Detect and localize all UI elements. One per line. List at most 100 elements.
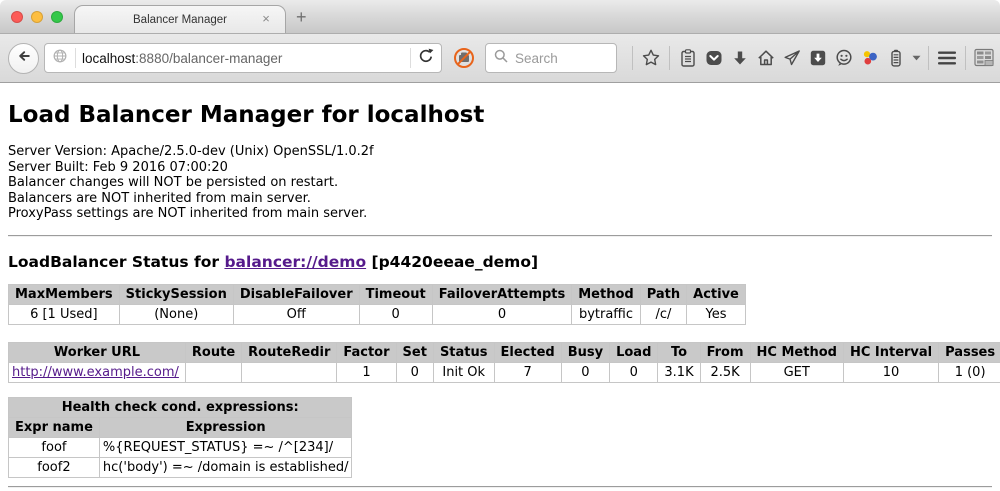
table-cell: bytraffic	[572, 304, 640, 324]
toolbar-divider	[928, 46, 929, 70]
table-cell: %{REQUEST_STATUS} =~ /^[234]/	[99, 437, 352, 457]
tab-close-icon[interactable]: ×	[259, 12, 273, 26]
column-header: To	[658, 342, 700, 362]
table-cell: GET	[750, 362, 843, 382]
table-cell: hc('body') =~ /domain is established/	[99, 457, 352, 477]
menu-hamburger-icon[interactable]	[934, 44, 960, 72]
tab-bar: Balancer Manager × +	[0, 0, 1000, 33]
worker-url-link[interactable]: http://www.example.com/	[12, 365, 179, 380]
persist-note-line: Balancer changes will NOT be persisted o…	[8, 175, 992, 191]
balancer-status-table: MaxMembers StickySession DisableFailover…	[8, 284, 746, 325]
column-header: Timeout	[359, 284, 432, 304]
column-header: Factor	[337, 342, 396, 362]
table-cell: 1	[337, 362, 396, 382]
url-input[interactable]: localhost:8880/balancer-manager	[82, 51, 404, 66]
table-title-row: Health check cond. expressions:	[9, 397, 352, 417]
column-header: Method	[572, 284, 640, 304]
heading-prefix: LoadBalancer Status for	[8, 253, 219, 271]
table-header-row: MaxMembers StickySession DisableFailover…	[9, 284, 746, 304]
pocket-icon[interactable]	[701, 44, 727, 72]
table-cell: 6 [1 Used]	[9, 304, 120, 324]
balancer-demo-link[interactable]: balancer://demo	[224, 253, 366, 271]
search-icon	[493, 48, 509, 69]
table-cell: 7	[494, 362, 561, 382]
feedback-smiley-icon[interactable]	[831, 44, 857, 72]
urlbar-divider	[75, 48, 76, 68]
table-row: foof2 hc('body') =~ /domain is establish…	[9, 457, 352, 477]
tab-groups-icon[interactable]	[971, 44, 997, 72]
reading-list-icon[interactable]	[675, 44, 701, 72]
reload-icon[interactable]	[417, 47, 435, 70]
share-dots-icon[interactable]	[857, 44, 883, 72]
table-cell: Yes	[687, 304, 746, 324]
column-header: From	[700, 342, 750, 362]
home-icon[interactable]	[753, 44, 779, 72]
page-bottom-separator	[8, 486, 992, 488]
table-row: foof %{REQUEST_STATUS} =~ /^[234]/	[9, 437, 352, 457]
server-built-line: Server Built: Feb 9 2016 07:00:20	[8, 160, 992, 176]
table-cell: foof2	[9, 457, 100, 477]
column-header: Status	[433, 342, 494, 362]
column-header: StickySession	[119, 284, 233, 304]
column-header: Route	[185, 342, 241, 362]
table-cell: 0	[396, 362, 433, 382]
tab-balancer-manager[interactable]: Balancer Manager ×	[74, 5, 286, 33]
downloads-icon[interactable]	[727, 44, 753, 72]
back-button[interactable]	[8, 43, 39, 74]
zoom-window-button[interactable]	[51, 11, 63, 23]
toolbar-divider	[669, 46, 670, 70]
plugin-blocked-icon[interactable]	[452, 46, 476, 70]
search-input[interactable]: Search	[515, 51, 558, 66]
tab-title: Balancer Manager	[133, 14, 227, 26]
column-header: Expression	[99, 417, 352, 437]
close-window-button[interactable]	[11, 11, 23, 23]
save-to-device-icon[interactable]	[805, 44, 831, 72]
column-header: MaxMembers	[9, 284, 120, 304]
battery-status-icon[interactable]	[883, 44, 909, 72]
page-title: Load Balancer Manager for localhost	[8, 102, 992, 128]
column-header: Busy	[561, 342, 609, 362]
health-table-title: Health check cond. expressions:	[9, 397, 352, 417]
new-tab-button[interactable]: +	[296, 8, 307, 26]
table-cell: 0	[359, 304, 432, 324]
overflow-caret-icon[interactable]	[909, 44, 923, 72]
minimize-window-button[interactable]	[31, 11, 43, 23]
table-header-row: Worker URL Route RouteRedir Factor Set S…	[9, 342, 1000, 362]
table-cell: Off	[233, 304, 359, 324]
column-header: HC Interval	[843, 342, 938, 362]
table-cell: (None)	[119, 304, 233, 324]
table-cell	[185, 362, 241, 382]
table-cell	[242, 362, 337, 382]
section-separator	[8, 235, 992, 237]
table-cell: 0	[610, 362, 658, 382]
table-cell: foof	[9, 437, 100, 457]
url-domain: localhost	[82, 51, 135, 66]
column-header: Active	[687, 284, 746, 304]
toolbar-divider	[632, 46, 633, 70]
table-cell: Init Ok	[433, 362, 494, 382]
browser-chrome: Balancer Manager × + localhost:8880/bala…	[0, 0, 1000, 83]
table-cell: 0	[432, 304, 572, 324]
table-cell: 3.1K	[658, 362, 700, 382]
column-header: Set	[396, 342, 433, 362]
toolbar-divider	[965, 46, 966, 70]
column-header: FailoverAttempts	[432, 284, 572, 304]
bookmark-star-icon[interactable]	[638, 44, 664, 72]
table-cell: 10	[843, 362, 938, 382]
health-check-table: Health check cond. expressions: Expr nam…	[8, 397, 352, 478]
balancer-section-heading: LoadBalancer Status for balancer://demo …	[8, 253, 992, 271]
column-header: Passes	[939, 342, 1000, 362]
table-row: http://www.example.com/ 1 0 Init Ok 7 0 …	[9, 362, 1000, 382]
column-header: Load	[610, 342, 658, 362]
inherit-note-line: Balancers are NOT inherited from main se…	[8, 191, 992, 207]
server-version-line: Server Version: Apache/2.5.0-dev (Unix) …	[8, 144, 992, 160]
search-bar[interactable]: Search	[485, 43, 617, 73]
table-cell: /c/	[640, 304, 686, 324]
url-bar[interactable]: localhost:8880/balancer-manager	[44, 43, 442, 73]
table-cell: http://www.example.com/	[9, 362, 186, 382]
column-header: RouteRedir	[242, 342, 337, 362]
table-header-row: Expr name Expression	[9, 417, 352, 437]
worker-status-table: Worker URL Route RouteRedir Factor Set S…	[8, 342, 1000, 383]
page-content: Load Balancer Manager for localhost Serv…	[0, 102, 1000, 488]
send-tab-icon[interactable]	[779, 44, 805, 72]
